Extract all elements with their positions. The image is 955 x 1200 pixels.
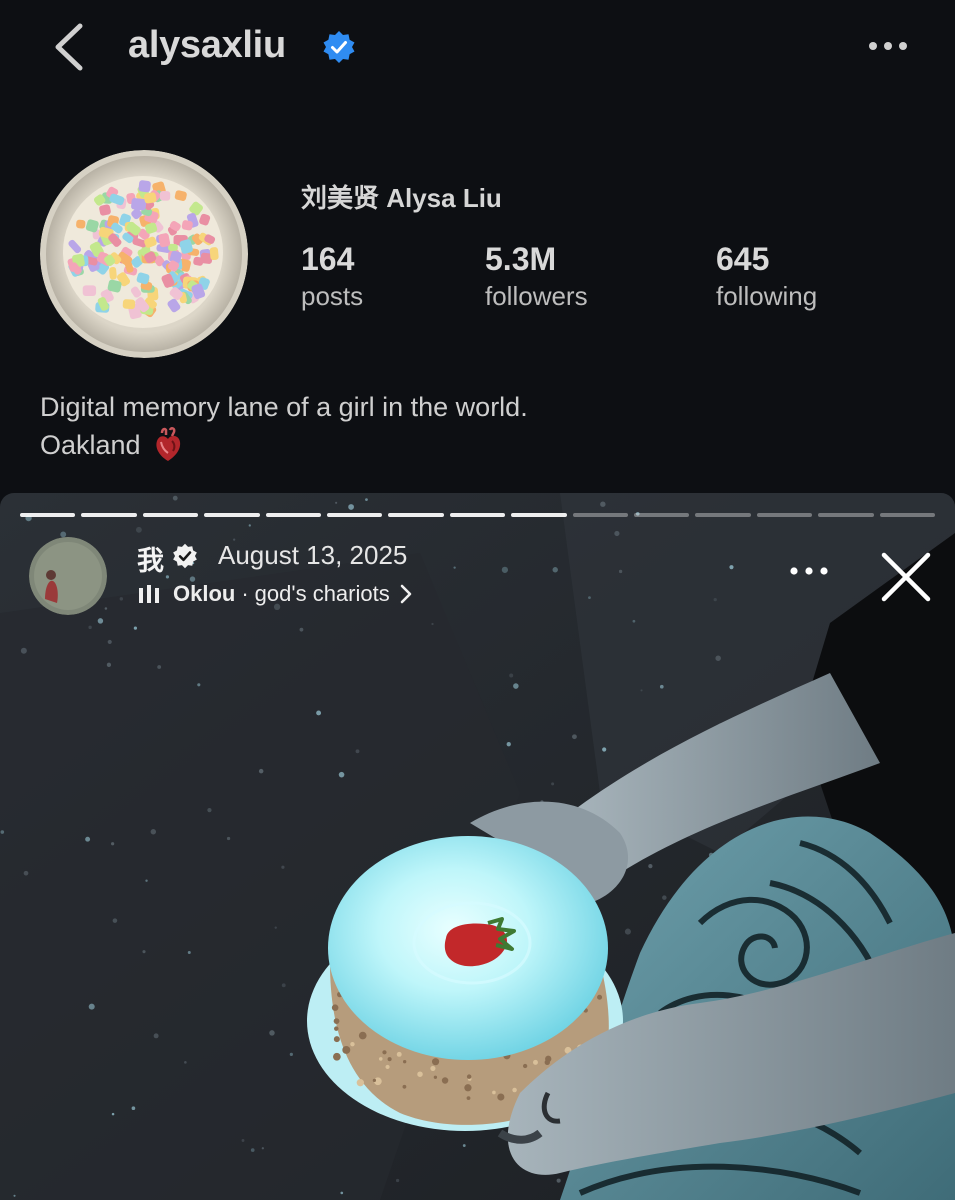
chevron-right-icon xyxy=(400,584,412,604)
story-progress-segment xyxy=(879,513,936,517)
stat-label: posts xyxy=(301,281,364,311)
more-options-icon[interactable] xyxy=(862,26,914,66)
audio-bars-icon xyxy=(139,585,159,603)
music-title: god's chariots xyxy=(254,581,390,606)
stat-label: following xyxy=(716,281,818,311)
bio-line: Digital memory lane of a girl in the wor… xyxy=(40,392,528,422)
story-progress-segment xyxy=(572,513,629,517)
bio-location-line: Oakland xyxy=(40,426,528,464)
stat-posts[interactable]: 164 posts xyxy=(301,240,363,314)
story-music-link[interactable]: Oklou · god's chariots xyxy=(137,581,412,607)
story-more-options-icon[interactable] xyxy=(786,559,832,583)
back-chevron-icon[interactable] xyxy=(48,22,92,72)
verified-badge-icon xyxy=(323,31,355,63)
story-progress-segment xyxy=(818,513,874,517)
story-date: August 13, 2025 xyxy=(218,540,408,570)
story-progress-segment xyxy=(81,513,137,517)
story-progress-segment xyxy=(204,513,260,517)
stat-label: followers xyxy=(485,281,588,311)
story-progress-segment xyxy=(265,513,322,517)
profile-photo-image xyxy=(40,150,248,358)
story-progress-segment xyxy=(388,513,444,517)
story-progress-segment xyxy=(695,513,751,517)
profile-username: alysaxliu xyxy=(128,24,286,66)
top-bar: alysaxliu xyxy=(0,0,955,100)
story-progress-segment xyxy=(634,513,690,517)
story-author-name[interactable]: 我 xyxy=(137,539,164,578)
story-progress-segment xyxy=(327,513,383,517)
story-viewer[interactable]: 我 August 13, 2025 Oklou · god's chariots xyxy=(0,493,955,1200)
story-author-avatar[interactable] xyxy=(29,537,107,615)
bio-location: Oakland xyxy=(40,430,141,460)
story-progress-segment xyxy=(449,513,506,517)
stat-following[interactable]: 645 following xyxy=(716,240,817,314)
music-artist: Oklou xyxy=(173,581,236,606)
stat-value: 5.3M xyxy=(485,241,557,277)
story-progress-segment xyxy=(756,513,813,517)
story-progress-bar xyxy=(20,513,936,518)
stat-value: 645 xyxy=(716,241,770,277)
anatomical-heart-icon xyxy=(155,427,180,461)
profile-full-name: 刘美贤 Alysa Liu xyxy=(301,183,502,213)
story-progress-segment xyxy=(20,513,76,517)
close-icon[interactable] xyxy=(878,549,934,605)
music-separator: · xyxy=(241,581,249,606)
profile-bio: Digital memory lane of a girl in the wor… xyxy=(40,388,528,464)
profile-avatar[interactable] xyxy=(40,150,248,358)
story-author-avatar-image xyxy=(29,537,107,615)
story-progress-segment xyxy=(142,513,199,517)
verified-badge-icon xyxy=(173,543,197,569)
stat-value: 164 xyxy=(301,241,355,277)
stat-followers[interactable]: 5.3M followers xyxy=(485,240,588,314)
story-progress-segment xyxy=(511,513,567,517)
